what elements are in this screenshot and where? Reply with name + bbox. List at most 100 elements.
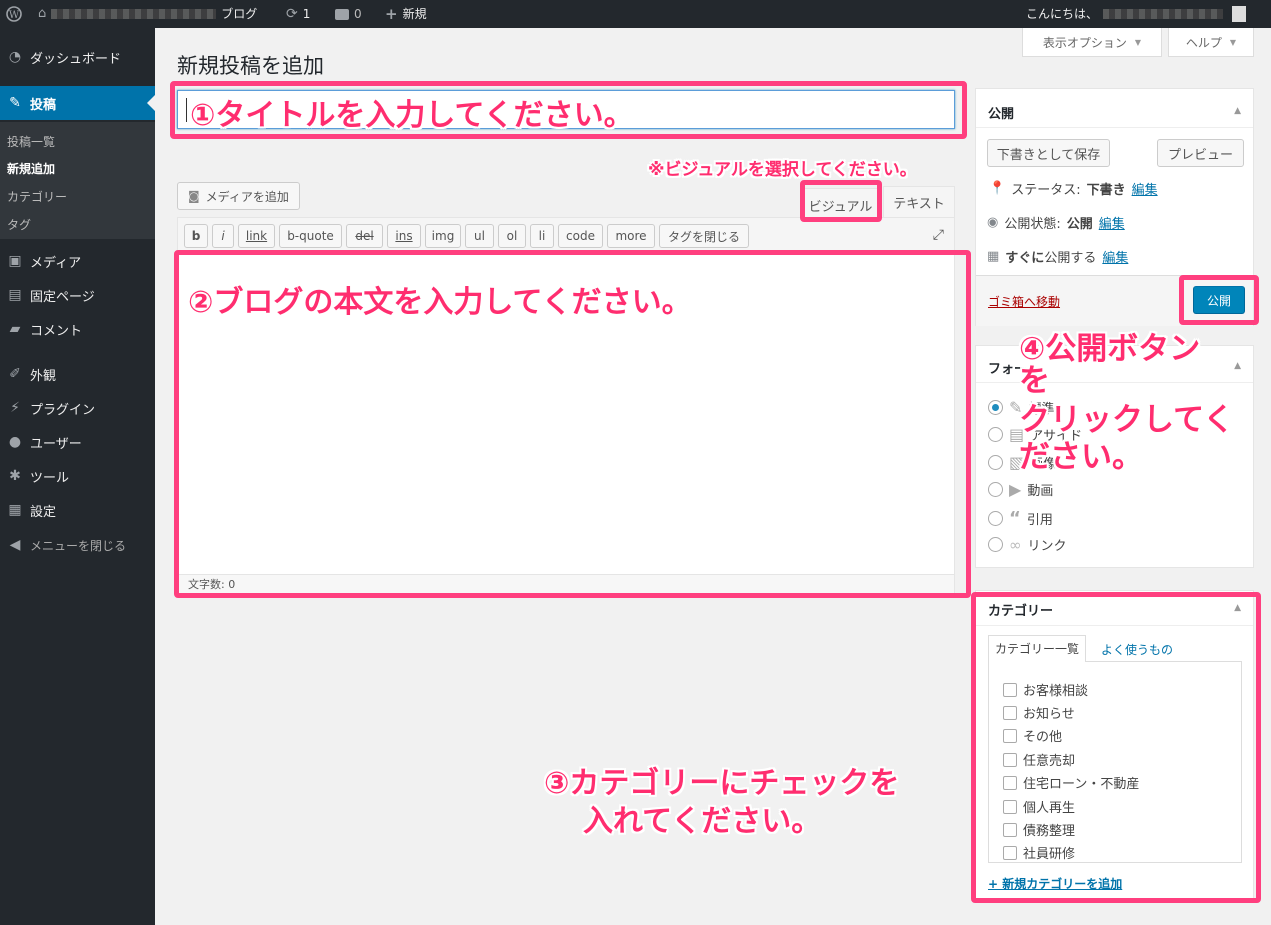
toggle-arrow-icon[interactable]: ▲ bbox=[1234, 106, 1241, 116]
sidebar-item-tools[interactable]: ✱ ツール bbox=[0, 459, 155, 493]
category-checkbox[interactable] bbox=[1003, 822, 1017, 837]
category-item[interactable]: お知らせ bbox=[1003, 703, 1075, 722]
pushpin-icon: ✎ bbox=[9, 95, 21, 111]
category-checkbox[interactable] bbox=[1003, 845, 1017, 860]
sidebar-item-media[interactable]: ▣ メディア bbox=[0, 244, 155, 278]
sidebar-item-dashboard[interactable]: ◔ ダッシュボード bbox=[0, 40, 155, 74]
user-icon: ● bbox=[8, 434, 22, 450]
category-checkbox[interactable] bbox=[1003, 682, 1017, 697]
category-item[interactable]: その他 bbox=[1003, 726, 1062, 745]
qt-img-button[interactable]: img bbox=[425, 224, 461, 248]
qt-code-button[interactable]: code bbox=[558, 224, 603, 248]
category-checkbox[interactable] bbox=[1003, 752, 1017, 767]
home-icon: ⌂ bbox=[38, 6, 47, 21]
screen-options-button[interactable]: 表示オプション ▼ bbox=[1022, 28, 1162, 57]
qt-italic-button[interactable]: i bbox=[212, 224, 234, 248]
annotation-visual: ※ビジュアルを選択してください。 bbox=[648, 160, 917, 180]
annotation-content: ②ブログの本文を入力してください。 bbox=[188, 285, 692, 320]
sidebar-item-settings[interactable]: ▦ 設定 bbox=[0, 493, 155, 527]
sidebar-label: 設定 bbox=[30, 504, 57, 520]
format-option-link[interactable]: ∞ リンク bbox=[988, 535, 1067, 554]
edit-status-link[interactable]: 編集 bbox=[1132, 179, 1158, 198]
category-checkbox[interactable] bbox=[1003, 799, 1017, 814]
qt-bquote-button[interactable]: b-quote bbox=[279, 224, 342, 248]
format-option-quote[interactable]: “ 引用 bbox=[988, 508, 1053, 529]
annotation-publish-line1: ④公開ボタン bbox=[1019, 331, 1201, 367]
qt-bold-button[interactable]: b bbox=[184, 224, 208, 248]
format-radio[interactable] bbox=[988, 427, 1003, 442]
sidebar-item-appearance[interactable]: ✐ 外観 bbox=[0, 357, 155, 391]
preview-button[interactable]: プレビュー bbox=[1157, 139, 1244, 167]
page-icon: ▤ bbox=[8, 287, 22, 303]
wordpress-logo-icon[interactable]: W bbox=[6, 0, 22, 28]
format-radio[interactable] bbox=[988, 455, 1003, 470]
visibility-label: 公開状態: bbox=[1004, 217, 1061, 232]
visibility-value: 公開 bbox=[1066, 217, 1093, 232]
sidebar-label: ユーザー bbox=[30, 436, 82, 452]
fullscreen-icon[interactable]: ⤢ bbox=[933, 227, 944, 243]
category-label: その他 bbox=[1023, 730, 1063, 745]
sidebar-collapse-menu[interactable]: ◀ メニューを閉じる bbox=[0, 528, 155, 562]
qt-more-button[interactable]: more bbox=[607, 224, 655, 248]
toggle-arrow-icon[interactable]: ▲ bbox=[1234, 603, 1241, 613]
add-media-button[interactable]: ◙ メディアを追加 bbox=[177, 182, 300, 210]
tab-text[interactable]: テキスト bbox=[883, 186, 955, 217]
format-label: リンク bbox=[1027, 539, 1067, 554]
categories-box: カテゴリー ▲ カテゴリー一覧 よく使うもの お客様相談 お知らせ その他 任意… bbox=[975, 590, 1254, 900]
format-radio[interactable] bbox=[988, 537, 1003, 552]
format-radio[interactable] bbox=[988, 482, 1003, 497]
category-item[interactable]: お客様相談 bbox=[1003, 680, 1088, 699]
edit-visibility-link[interactable]: 編集 bbox=[1099, 213, 1125, 232]
category-checkbox[interactable] bbox=[1003, 728, 1017, 743]
sidebar-item-users[interactable]: ● ユーザー bbox=[0, 425, 155, 459]
category-item[interactable]: 個人再生 bbox=[1003, 797, 1075, 816]
sidebar-item-plugins[interactable]: ⚡ プラグイン bbox=[0, 391, 155, 425]
save-draft-button[interactable]: 下書きとして保存 bbox=[987, 139, 1110, 167]
new-content-link[interactable]: + 新規 bbox=[385, 0, 427, 28]
submenu-item-tags[interactable]: タグ bbox=[7, 216, 31, 233]
format-radio[interactable] bbox=[988, 400, 1003, 415]
qt-li-button[interactable]: li bbox=[530, 224, 554, 248]
qt-link-button[interactable]: link bbox=[238, 224, 275, 248]
qt-del-button[interactable]: del bbox=[346, 224, 383, 248]
category-checkbox[interactable] bbox=[1003, 775, 1017, 790]
sidebar-label: 投稿 bbox=[30, 97, 57, 113]
qt-ins-button[interactable]: ins bbox=[387, 224, 421, 248]
category-item[interactable]: 債務整理 bbox=[1003, 820, 1075, 839]
site-name-link[interactable]: ⌂ ブログ bbox=[38, 0, 257, 28]
submenu-item-categories[interactable]: カテゴリー bbox=[7, 188, 67, 205]
sidebar-label: メディア bbox=[30, 255, 82, 271]
sidebar-item-posts[interactable]: ✎ 投稿 bbox=[0, 86, 155, 120]
qt-ol-button[interactable]: ol bbox=[498, 224, 526, 248]
publish-button[interactable]: 公開 bbox=[1193, 286, 1245, 314]
qt-close-tags-button[interactable]: タグを閉じる bbox=[659, 224, 749, 248]
account-menu[interactable]: こんにちは、 bbox=[1026, 0, 1247, 28]
format-radio[interactable] bbox=[988, 511, 1003, 526]
category-item[interactable]: 住宅ローン・不動産 bbox=[1003, 773, 1139, 792]
category-label: 任意売却 bbox=[1023, 754, 1076, 769]
submenu-item-all-posts[interactable]: 投稿一覧 bbox=[7, 133, 55, 150]
toggle-arrow-icon[interactable]: ▲ bbox=[1234, 361, 1241, 371]
sidebar-item-comments[interactable]: ▰ コメント bbox=[0, 312, 155, 346]
calendar-icon: ▦ bbox=[987, 249, 1000, 264]
move-to-trash-link[interactable]: ゴミ箱へ移動 bbox=[988, 293, 1060, 310]
sidebar-label: ツール bbox=[30, 470, 70, 486]
add-new-category-link[interactable]: + 新規カテゴリーを追加 bbox=[988, 875, 1122, 892]
sidebar-item-pages[interactable]: ▤ 固定ページ bbox=[0, 278, 155, 312]
submenu-item-add-new[interactable]: 新規追加 bbox=[7, 160, 55, 177]
qt-ul-button[interactable]: ul bbox=[465, 224, 494, 248]
text-caret bbox=[186, 98, 187, 122]
avatar bbox=[1232, 6, 1247, 22]
category-checkbox[interactable] bbox=[1003, 705, 1017, 720]
category-item[interactable]: 任意売却 bbox=[1003, 750, 1075, 769]
publish-box-title: 公開 bbox=[988, 107, 1015, 122]
updates-link[interactable]: ⟳ 1 bbox=[286, 0, 310, 28]
tab-all-categories[interactable]: カテゴリー一覧 bbox=[988, 635, 1087, 662]
tab-popular-categories[interactable]: よく使うもの bbox=[1101, 641, 1173, 658]
category-item[interactable]: 社員研修 bbox=[1003, 843, 1075, 862]
format-option-video[interactable]: ▶ 動画 bbox=[988, 480, 1053, 499]
edit-schedule-link[interactable]: 編集 bbox=[1102, 247, 1128, 266]
caret-down-icon: ▼ bbox=[1134, 37, 1142, 47]
help-button[interactable]: ヘルプ ▼ bbox=[1168, 28, 1254, 57]
comments-link[interactable]: 0 bbox=[335, 0, 362, 28]
